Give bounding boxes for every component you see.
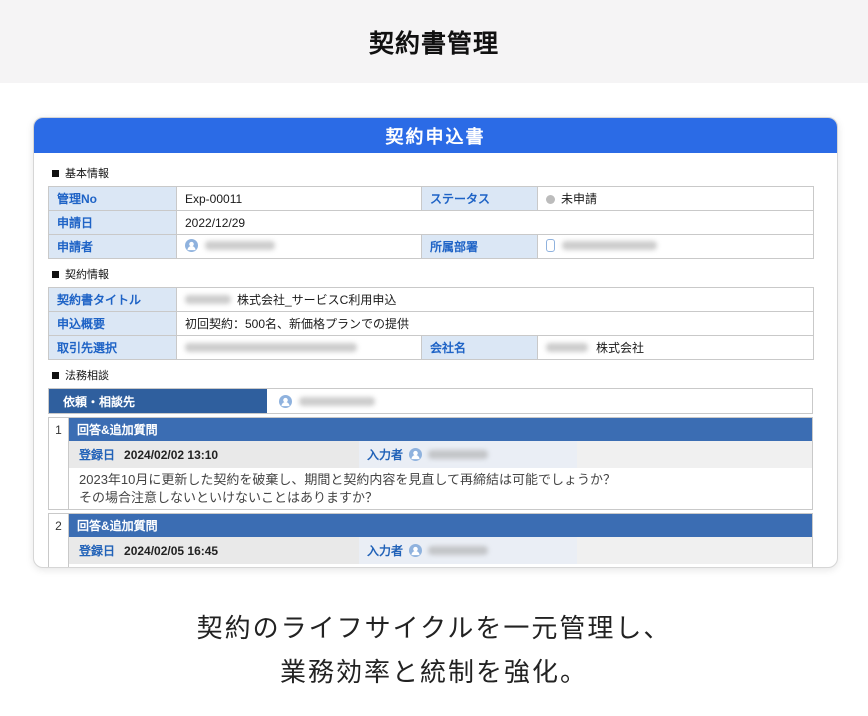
form-title: 契約申込書 [386, 123, 486, 149]
table-row: 取引先選択 会社名 株式会社 [49, 336, 814, 360]
table-row: 申請日 2022/12/29 [49, 211, 814, 235]
person-avatar-icon [409, 448, 422, 461]
section-basic-info-label: 基本情報 [65, 165, 109, 181]
qa-author-segment: 入力者 [359, 537, 577, 564]
shinsei-date-label: 申請日 [49, 211, 177, 235]
contract-title-value: 株式会社_サービスC利用申込 [177, 288, 814, 312]
section-marker-icon [52, 372, 59, 379]
qa-author-segment: 入力者 [359, 441, 577, 468]
section-legal-consult-label: 法務相談 [65, 367, 109, 383]
table-row: 申込概要 初回契約：500名、新価格プランでの提供 [49, 312, 814, 336]
department-icon [546, 239, 555, 252]
person-avatar-icon [409, 544, 422, 557]
status-dot-icon [546, 195, 555, 204]
person-avatar-icon [185, 239, 198, 252]
qa-content-line: 2023年10月に更新した契約を破棄し、期間と契約内容を見直して再締結は可能でし… [79, 471, 804, 489]
consult-destination-label: 依頼・相談先 [49, 389, 267, 413]
redacted-text [299, 397, 375, 406]
shinseisha-value [177, 235, 422, 259]
tagline-line-1: 契約のライフサイクルを一元管理し、 [0, 606, 868, 650]
busho-value [538, 235, 814, 259]
redacted-text [562, 241, 657, 250]
company-name-label: 会社名 [422, 336, 538, 360]
qa-content-line: その場合注意しないといけないことはありますか？ [79, 489, 804, 507]
redacted-text [546, 343, 588, 352]
author-label: 入力者 [367, 446, 403, 463]
qa-header-bar: 回答&追加質問 [69, 514, 812, 537]
qa-content: 以下の対応で宜しくお願いします。あくまで「特別対応」であることを先方には理解して… [69, 564, 812, 568]
qa-meta-spacer [577, 441, 812, 468]
contract-form-card: 契約申込書 基本情報 管理No Exp-00011 ステータス 未申請 申請日 … [33, 117, 838, 568]
qa-block-2: 2 回答&追加質問 登録日 2024/02/05 16:45 入力者 [48, 513, 813, 568]
registered-date-value: 2024/02/05 16:45 [124, 544, 218, 558]
qa-meta-row: 登録日 2024/02/02 13:10 入力者 [69, 441, 812, 468]
shinsei-date-value: 2022/12/29 [177, 211, 814, 235]
page-title: 契約書管理 [369, 24, 499, 60]
contract-title-label: 契約書タイトル [49, 288, 177, 312]
form-title-bar: 契約申込書 [34, 118, 837, 153]
page-header: 契約書管理 [0, 0, 868, 83]
redacted-text [205, 241, 275, 250]
section-contract-info-label: 契約情報 [65, 266, 109, 282]
consult-destination-value [267, 389, 812, 413]
kanri-no-value: Exp-00011 [177, 187, 422, 211]
qa-content-line: 以下の対応で宜しくお願いします。あくまで「特別対応」であることを先方には理解して… [79, 567, 804, 568]
qa-registered-segment: 登録日 2024/02/02 13:10 [69, 441, 359, 468]
section-legal-consult: 法務相談 [52, 367, 811, 383]
section-marker-icon [52, 271, 59, 278]
consult-destination-row: 依頼・相談先 [48, 388, 813, 414]
table-row: 契約書タイトル 株式会社_サービスC利用申込 [49, 288, 814, 312]
redacted-text [185, 295, 231, 304]
user-chip [279, 395, 375, 408]
registered-date-value: 2024/02/02 13:10 [124, 448, 218, 462]
registered-date-label: 登録日 [79, 446, 115, 463]
qa-meta-row: 登録日 2024/02/05 16:45 入力者 [69, 537, 812, 564]
summary-label: 申込概要 [49, 312, 177, 336]
redacted-text [428, 450, 488, 459]
table-row: 管理No Exp-00011 ステータス 未申請 [49, 187, 814, 211]
contract-title-text: 株式会社_サービスC利用申込 [237, 293, 396, 307]
qa-main: 回答&追加質問 登録日 2024/02/02 13:10 入力者 2023年10… [69, 418, 812, 509]
redacted-text [185, 343, 357, 352]
person-avatar-icon [279, 395, 292, 408]
qa-registered-segment: 登録日 2024/02/05 16:45 [69, 537, 359, 564]
registered-date-label: 登録日 [79, 542, 115, 559]
busho-label: 所属部署 [422, 235, 538, 259]
partner-select-value [177, 336, 422, 360]
partner-select-label: 取引先選択 [49, 336, 177, 360]
contract-info-table: 契約書タイトル 株式会社_サービスC利用申込 申込概要 初回契約：500名、新価… [48, 287, 814, 360]
status-label: ステータス [422, 187, 538, 211]
qa-block-1: 1 回答&追加質問 登録日 2024/02/02 13:10 入力者 [48, 417, 813, 510]
section-marker-icon [52, 170, 59, 177]
status-text: 未申請 [561, 192, 597, 206]
kanri-no-label: 管理No [49, 187, 177, 211]
section-basic-info: 基本情報 [52, 165, 811, 181]
table-row: 申請者 所属部署 [49, 235, 814, 259]
qa-meta-spacer [577, 537, 812, 564]
section-contract-info: 契約情報 [52, 266, 811, 282]
author-label: 入力者 [367, 542, 403, 559]
redacted-text [428, 546, 488, 555]
qa-row-number: 1 [49, 418, 69, 509]
basic-info-table: 管理No Exp-00011 ステータス 未申請 申請日 2022/12/29 … [48, 186, 814, 259]
status-value: 未申請 [538, 187, 814, 211]
user-chip [185, 239, 275, 252]
qa-main: 回答&追加質問 登録日 2024/02/05 16:45 入力者 以下の対応で宜… [69, 514, 812, 568]
tagline: 契約のライフサイクルを一元管理し、 業務効率と統制を強化。 [0, 606, 868, 694]
qa-content: 2023年10月に更新した契約を破棄し、期間と契約内容を見直して再締結は可能でし… [69, 468, 812, 509]
form-scroll-area[interactable]: 基本情報 管理No Exp-00011 ステータス 未申請 申請日 2022/1… [34, 153, 837, 568]
company-name-value: 株式会社 [538, 336, 814, 360]
summary-value: 初回契約：500名、新価格プランでの提供 [177, 312, 814, 336]
company-name-text: 株式会社 [596, 341, 644, 355]
shinseisha-label: 申請者 [49, 235, 177, 259]
department-chip [546, 239, 657, 252]
tagline-line-2: 業務効率と統制を強化。 [0, 650, 868, 694]
qa-row-number: 2 [49, 514, 69, 568]
qa-header-bar: 回答&追加質問 [69, 418, 812, 441]
